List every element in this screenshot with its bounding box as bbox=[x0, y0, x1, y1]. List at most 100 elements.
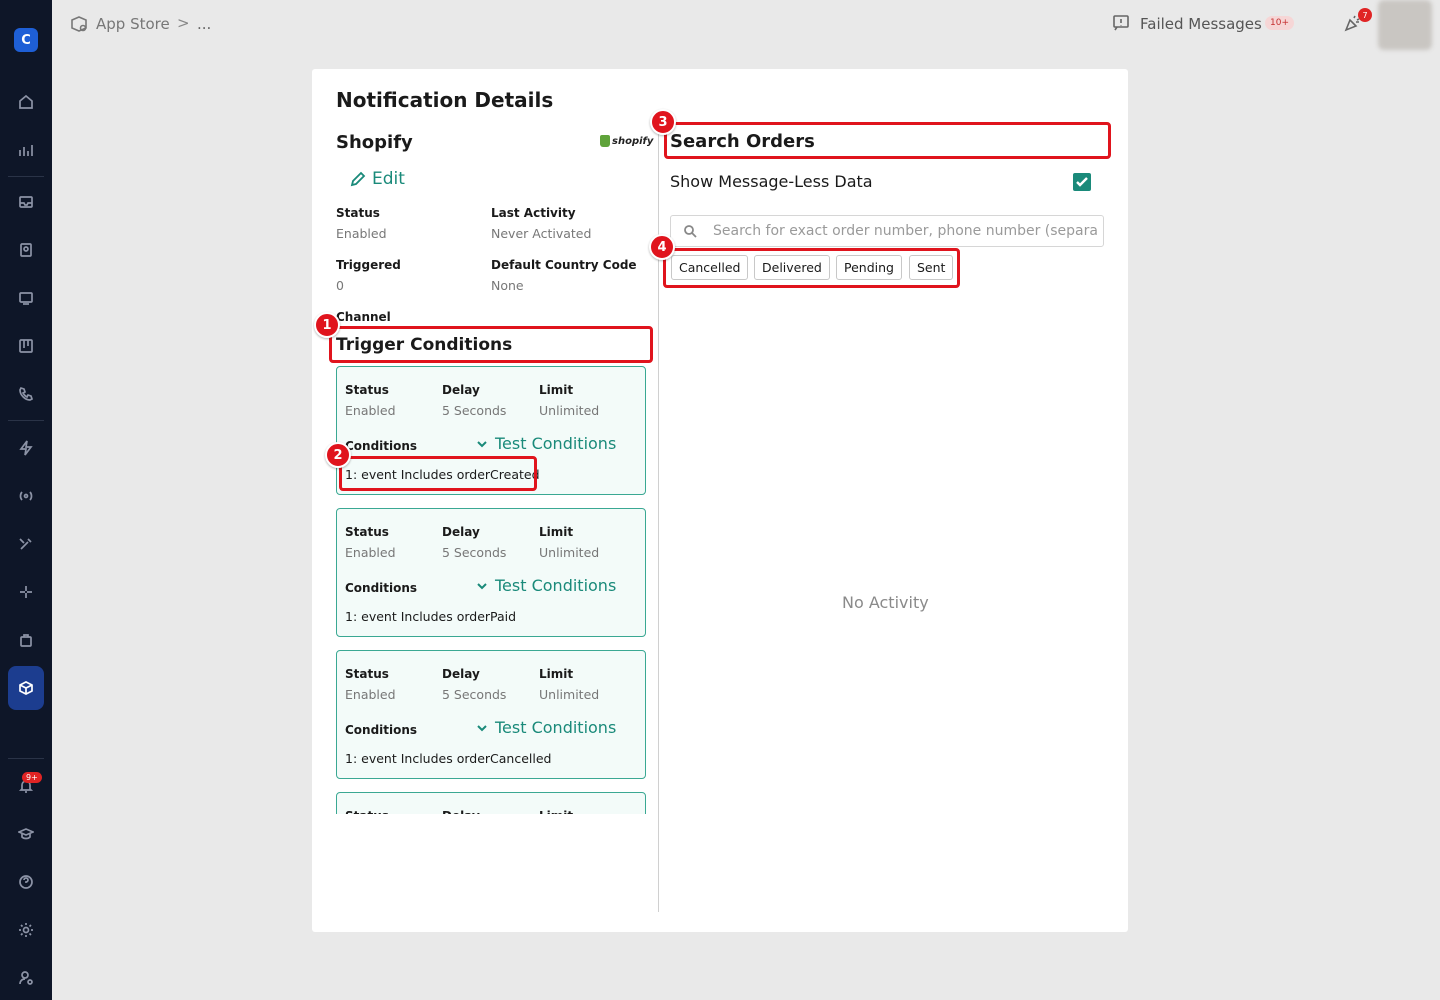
card-limit-label: Limit bbox=[539, 525, 574, 539]
edit-label: Edit bbox=[372, 169, 405, 189]
user-avatar[interactable] bbox=[1378, 0, 1432, 50]
trigger-conditions-list[interactable]: Status Delay Limit Enabled 5 Seconds Unl… bbox=[336, 366, 646, 814]
chevron-down-icon bbox=[477, 582, 487, 589]
message-less-toggle-label: Show Message-Less Data bbox=[670, 172, 873, 191]
highlight-trigger-conditions bbox=[329, 326, 653, 363]
card-delay-label: Delay bbox=[442, 667, 480, 681]
board-icon[interactable] bbox=[16, 336, 36, 356]
sidebar: C 9+ bbox=[0, 0, 52, 1000]
card-limit-label: Limit bbox=[539, 383, 574, 397]
card-conditions-label: Conditions bbox=[345, 723, 418, 737]
card-delay-value: 5 Seconds bbox=[442, 403, 507, 418]
academy-icon[interactable] bbox=[16, 824, 36, 844]
channel-label: Channel bbox=[336, 310, 391, 324]
settings-icon[interactable] bbox=[16, 920, 36, 940]
profile-icon[interactable] bbox=[16, 968, 36, 988]
card-conditions-label: Conditions bbox=[345, 439, 418, 453]
sidebar-divider bbox=[8, 176, 44, 177]
inbox-icon[interactable] bbox=[16, 192, 36, 212]
annotation-marker-1: 1 bbox=[314, 312, 340, 338]
card-status-label: Status bbox=[345, 809, 389, 814]
announcement-badge: 7 bbox=[1358, 8, 1372, 22]
shopify-logo-text: shopify bbox=[612, 135, 654, 147]
shopify-bag-icon bbox=[600, 135, 610, 147]
last-activity-label: Last Activity bbox=[491, 206, 576, 220]
condition-rule: 1: event Includes orderPaid bbox=[345, 609, 517, 624]
trigger-card: Status Delay Limit Enabled 5 Seconds Unl… bbox=[336, 650, 646, 779]
app-logo[interactable]: C bbox=[14, 28, 38, 52]
test-conditions-button[interactable]: Test Conditions bbox=[477, 434, 616, 453]
country-code-label: Default Country Code bbox=[491, 258, 637, 272]
card-status-value: Enabled bbox=[345, 545, 396, 560]
chevron-down-icon bbox=[477, 440, 487, 447]
search-icon bbox=[684, 225, 697, 238]
edit-button[interactable]: Edit bbox=[350, 169, 405, 189]
card-delay-label: Delay bbox=[442, 809, 480, 814]
tools-icon[interactable] bbox=[16, 534, 36, 554]
card-delay-label: Delay bbox=[442, 383, 480, 397]
failed-messages-count: 10+ bbox=[1265, 16, 1294, 30]
order-search-input[interactable] bbox=[713, 217, 1097, 245]
integration-name: Shopify bbox=[336, 132, 413, 153]
broadcast-icon[interactable] bbox=[16, 288, 36, 308]
automation-icon[interactable] bbox=[16, 438, 36, 458]
breadcrumb-more[interactable]: ... bbox=[197, 15, 211, 33]
pencil-icon bbox=[350, 171, 366, 187]
chevron-down-icon bbox=[477, 724, 487, 731]
triggered-value: 0 bbox=[336, 278, 344, 293]
shopify-logo: shopify bbox=[600, 135, 653, 147]
app-store-icon[interactable] bbox=[16, 678, 36, 698]
analytics-icon[interactable] bbox=[16, 140, 36, 160]
empty-state-text: No Activity bbox=[842, 593, 929, 612]
test-conditions-label: Test Conditions bbox=[495, 434, 617, 453]
condition-rule: 1: event Includes orderCancelled bbox=[345, 751, 552, 766]
bag-icon[interactable] bbox=[16, 630, 36, 650]
home-icon[interactable] bbox=[16, 92, 36, 112]
card-limit-value: Unlimited bbox=[539, 687, 600, 702]
message-less-checkbox[interactable] bbox=[1073, 173, 1091, 191]
failed-messages-icon[interactable] bbox=[1112, 14, 1132, 32]
card-status-value: Enabled bbox=[345, 403, 396, 418]
breadcrumb-separator: > bbox=[177, 14, 190, 32]
card-delay-value: 5 Seconds bbox=[442, 545, 507, 560]
modal-title: Notification Details bbox=[336, 88, 554, 112]
notification-details-modal: Notification Details Shopify shopify Edi… bbox=[312, 69, 1128, 932]
sidebar-divider bbox=[8, 420, 44, 421]
check-icon bbox=[1076, 177, 1088, 187]
card-status-label: Status bbox=[345, 525, 389, 539]
test-conditions-button[interactable]: Test Conditions bbox=[477, 576, 616, 595]
country-code-value: None bbox=[491, 278, 524, 293]
sidebar-divider bbox=[8, 758, 44, 759]
card-conditions-label: Conditions bbox=[345, 581, 418, 595]
test-conditions-label: Test Conditions bbox=[495, 576, 617, 595]
notifications-badge: 9+ bbox=[22, 772, 42, 783]
annotation-marker-2: 2 bbox=[325, 442, 351, 468]
highlight-condition-rule bbox=[339, 456, 537, 491]
test-conditions-label: Test Conditions bbox=[495, 718, 617, 737]
card-limit-value: Unlimited bbox=[539, 403, 600, 418]
triggered-label: Triggered bbox=[336, 258, 401, 272]
failed-messages-button[interactable]: Failed Messages bbox=[1140, 15, 1262, 33]
status-label: Status bbox=[336, 206, 380, 220]
annotation-marker-3: 3 bbox=[650, 109, 676, 135]
highlight-filter-chips bbox=[663, 248, 960, 288]
signal-icon[interactable] bbox=[16, 486, 36, 506]
card-limit-label: Limit bbox=[539, 809, 573, 814]
card-status-label: Status bbox=[345, 667, 389, 681]
highlight-search-orders bbox=[664, 122, 1111, 159]
card-status-value: Enabled bbox=[345, 687, 396, 702]
order-search-field[interactable] bbox=[670, 215, 1104, 247]
test-conditions-button[interactable]: Test Conditions bbox=[477, 718, 616, 737]
breadcrumb-app-store[interactable]: App Store bbox=[96, 15, 170, 33]
card-delay-value: 5 Seconds bbox=[442, 687, 507, 702]
status-value: Enabled bbox=[336, 226, 387, 241]
card-delay-label: Delay bbox=[442, 525, 480, 539]
ai-sparkle-icon[interactable] bbox=[16, 582, 36, 602]
trigger-card: Status Delay Limit Enabled 5 Seconds Unl… bbox=[336, 508, 646, 637]
top-bar: App Store > ... Failed Messages 10+ 7 bbox=[52, 0, 1440, 50]
card-status-label: Status bbox=[345, 383, 389, 397]
help-icon[interactable] bbox=[16, 872, 36, 892]
phone-icon[interactable] bbox=[16, 384, 36, 404]
trigger-card: Status Delay Limit bbox=[336, 792, 646, 814]
contacts-icon[interactable] bbox=[16, 240, 36, 260]
